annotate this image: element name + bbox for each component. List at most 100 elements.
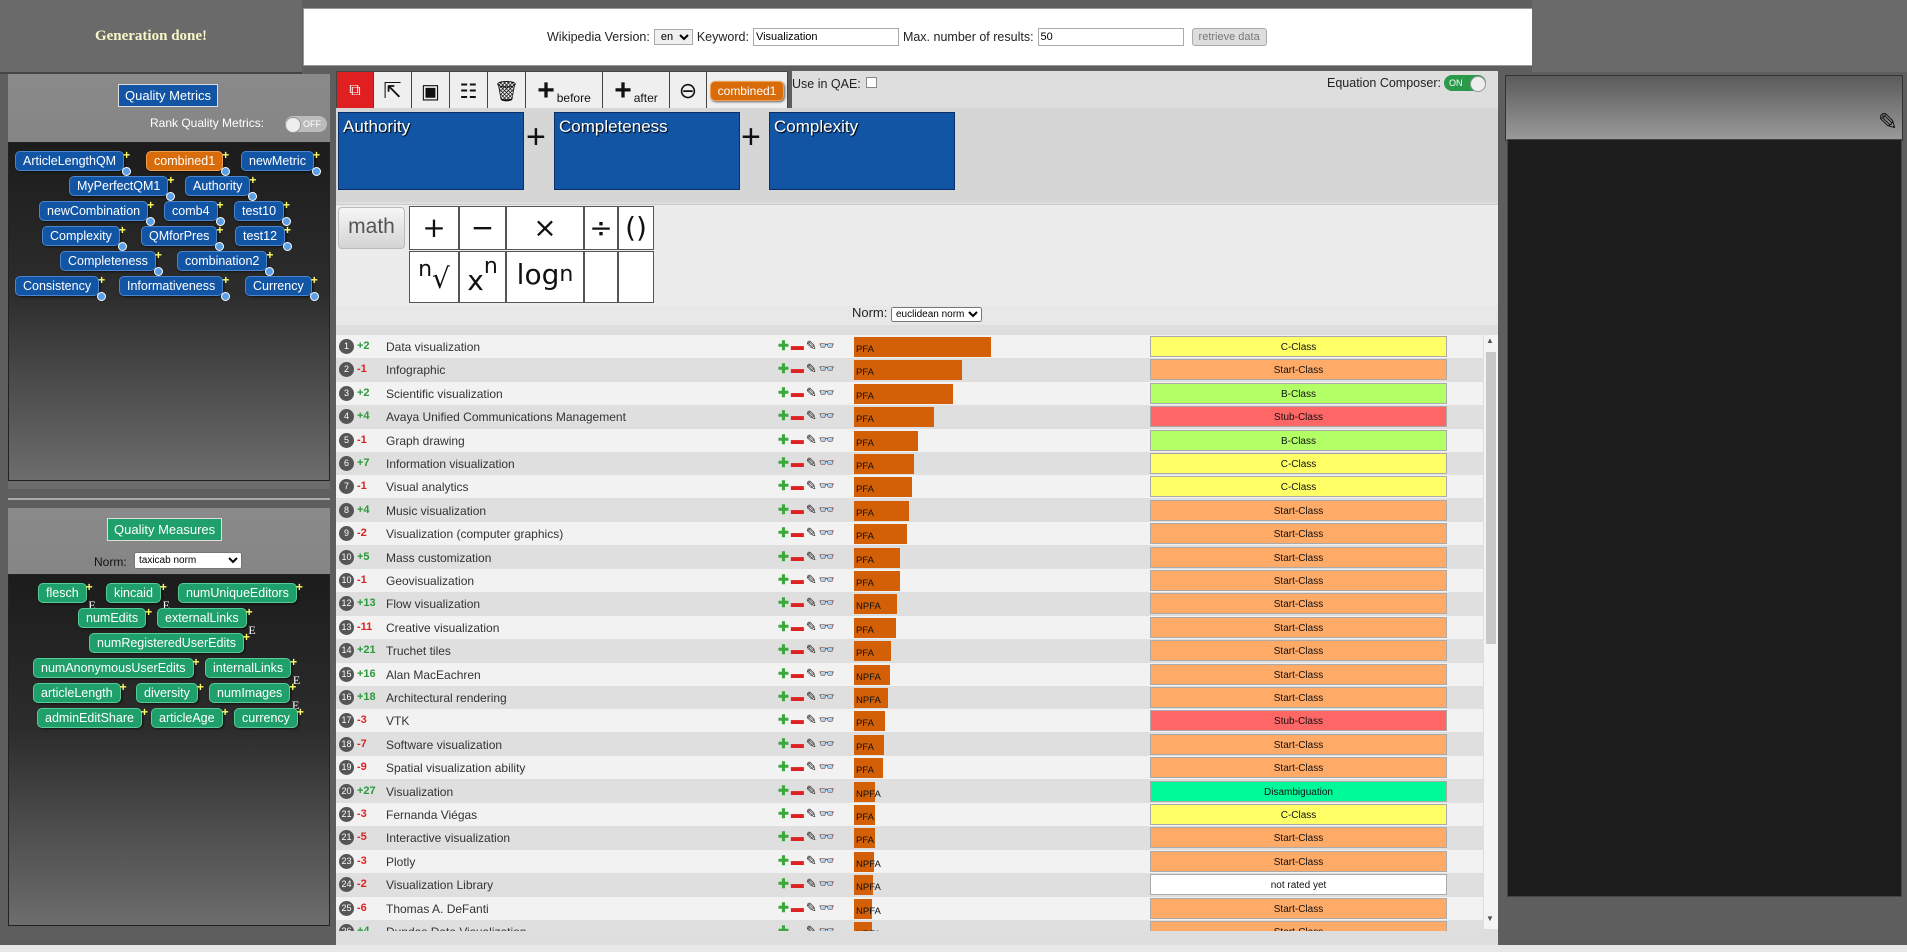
edit-icon[interactable]: ✎ (806, 525, 817, 540)
add-icon[interactable]: ✚ (778, 900, 789, 915)
add-plus-icon[interactable]: + (197, 680, 204, 694)
ranking-row[interactable]: 17 -3 VTK ✚ ▬ ✎ 👓 PFA Stub-Class (336, 709, 1483, 733)
remove-icon[interactable]: ▬ (791, 689, 804, 704)
equation-composer-toggle[interactable]: ON (1444, 75, 1486, 92)
add-plus-icon[interactable]: + (119, 223, 126, 237)
glasses-icon[interactable]: 👓 (819, 900, 835, 915)
quality-metric-chip[interactable]: Currency + (245, 273, 319, 301)
add-plus-icon[interactable]: + (123, 148, 130, 162)
remove-icon[interactable]: ▬ (791, 455, 804, 470)
article-title[interactable]: Avaya Unified Communications Management (386, 410, 626, 424)
glasses-icon[interactable]: 👓 (819, 455, 835, 470)
quality-measure-chip[interactable]: numAnonymousUserEdits + (33, 655, 200, 678)
ranking-row[interactable]: 10 -1 Geovisualization ✚ ▬ ✎ 👓 PFA Start-Class (336, 569, 1483, 592)
quality-metric-chip[interactable]: test10 + (234, 198, 292, 226)
add-icon[interactable]: ✚ (778, 689, 789, 704)
article-title[interactable]: VTK (386, 714, 409, 728)
remove-icon[interactable]: ▬ (791, 923, 804, 931)
add-icon[interactable]: ✚ (778, 783, 789, 798)
scrollbar-thumb[interactable] (1486, 352, 1496, 644)
edit-icon[interactable]: ✎ (806, 385, 817, 400)
quality-metric-chip[interactable]: Complexity + (42, 223, 127, 251)
add-plus-icon[interactable]: + (249, 173, 256, 187)
glasses-icon[interactable]: 👓 (819, 572, 835, 587)
remove-icon[interactable]: ▬ (791, 478, 804, 493)
ranking-row[interactable]: 25 -6 Thomas A. DeFanti ✚ ▬ ✎ 👓 NPFA Start-Class (336, 896, 1483, 920)
article-title[interactable]: Flow visualization (386, 597, 480, 611)
glasses-icon[interactable]: 👓 (819, 619, 835, 634)
ranking-row[interactable]: 14 +21 Truchet tiles ✚ ▬ ✎ 👓 PFA Start-Class (336, 639, 1483, 663)
add-icon[interactable]: ✚ (778, 619, 789, 634)
glasses-icon[interactable]: 👓 (819, 549, 835, 564)
remove-icon[interactable]: ▬ (791, 642, 804, 657)
add-icon[interactable]: ✚ (778, 549, 789, 564)
equation-term[interactable]: Complexity (769, 112, 955, 190)
ranking-row[interactable]: 16 +18 Architectural rendering ✚ ▬ ✎ 👓 NPFA Star… (336, 686, 1483, 709)
remove-icon[interactable]: ▬ (791, 712, 804, 727)
quality-metric-chip[interactable]: Authority + (185, 173, 258, 201)
edit-icon[interactable]: ✎ (806, 455, 817, 470)
add-icon[interactable]: ✚ (778, 385, 789, 400)
add-icon[interactable]: ✚ (778, 712, 789, 727)
current-metric-chip[interactable]: combined1 (709, 81, 785, 101)
quality-metric-chip[interactable]: QMforPres + (141, 223, 225, 251)
add-plus-icon[interactable]: + (222, 705, 229, 719)
remove-icon[interactable]: ▬ (791, 572, 804, 587)
add-list-button[interactable]: ☷ (449, 71, 488, 111)
edit-icon[interactable]: ✎ (806, 853, 817, 868)
glasses-icon[interactable]: 👓 (819, 666, 835, 681)
remove-icon[interactable]: ▬ (791, 853, 804, 868)
ranking-row[interactable]: 8 +4 Music visualization ✚ ▬ ✎ 👓 PFA Start-Class (336, 498, 1483, 522)
quality-metric-chip[interactable]: ArticleLengthQM + (15, 148, 132, 176)
add-plus-icon[interactable]: + (297, 705, 304, 719)
ranking-row[interactable]: 1 +2 Data visualization ✚ ▬ ✎ 👓 PFA C-Class (336, 335, 1483, 358)
remove-icon[interactable]: ▬ (791, 783, 804, 798)
add-plus-icon[interactable]: + (216, 223, 223, 237)
article-title[interactable]: Infographic (386, 363, 445, 377)
article-title[interactable]: Truchet tiles (386, 644, 451, 658)
remove-icon[interactable]: ▬ (791, 338, 804, 353)
remove-icon[interactable]: ▬ (791, 806, 804, 821)
add-icon[interactable]: ✚ (778, 853, 789, 868)
add-plus-icon[interactable]: + (290, 655, 297, 669)
add-plus-icon[interactable]: + (266, 248, 273, 262)
glasses-icon[interactable]: 👓 (819, 876, 835, 891)
quality-measure-chip[interactable]: articleAge + (151, 705, 229, 728)
add-icon[interactable]: ✚ (778, 829, 789, 844)
divide-op-button[interactable]: ÷ (584, 206, 618, 250)
glasses-icon[interactable]: 👓 (819, 783, 835, 798)
add-plus-icon[interactable]: + (283, 198, 290, 212)
quality-measure-chip[interactable]: articleLength + (33, 680, 127, 703)
glasses-icon[interactable]: 👓 (819, 736, 835, 751)
glasses-icon[interactable]: 👓 (819, 432, 835, 447)
glasses-icon[interactable]: 👓 (819, 712, 835, 727)
add-icon[interactable]: ✚ (778, 432, 789, 447)
log-op-button[interactable]: logn (506, 251, 584, 303)
remove-icon[interactable]: ▬ (791, 549, 804, 564)
edit-icon[interactable]: ✎ (806, 642, 817, 657)
save-button[interactable]: ▣ (411, 71, 450, 111)
article-title[interactable]: Software visualization (386, 738, 502, 752)
edit-icon[interactable]: ✎ (806, 361, 817, 376)
quality-metric-chip[interactable]: combined1 + (146, 148, 231, 176)
edit-icon[interactable]: ✎ (806, 478, 817, 493)
glasses-icon[interactable]: 👓 (819, 478, 835, 493)
quality-measure-chip[interactable]: numRegisteredUserEdits + (89, 630, 250, 653)
equation-term[interactable]: Completeness (554, 112, 740, 190)
ranking-row[interactable]: 5 -1 Graph drawing ✚ ▬ ✎ 👓 PFA B-Class (336, 428, 1483, 452)
add-plus-icon[interactable]: + (155, 248, 162, 262)
edit-icon[interactable]: ✎ (806, 502, 817, 517)
edit-icon[interactable]: ✎ (806, 759, 817, 774)
quality-metric-chip[interactable]: Completeness + (60, 248, 163, 276)
quality-metric-chip[interactable]: Informativeness + (119, 273, 231, 301)
edit-icon[interactable]: ✎ (806, 712, 817, 727)
rank-quality-metrics-toggle[interactable]: OFF (285, 116, 327, 133)
remove-icon[interactable]: ▬ (791, 666, 804, 681)
minus-op-button[interactable]: − (459, 206, 506, 250)
add-plus-icon[interactable]: + (141, 705, 148, 719)
ranking-row[interactable]: 9 -2 Visualization (computer graphics) ✚ ▬ ✎ 👓… (336, 522, 1483, 546)
glasses-icon[interactable]: 👓 (819, 408, 835, 423)
edit-icon[interactable]: ✎ (806, 432, 817, 447)
retrieve-data-button[interactable]: retrieve data (1191, 28, 1267, 46)
glasses-icon[interactable]: 👓 (819, 829, 835, 844)
